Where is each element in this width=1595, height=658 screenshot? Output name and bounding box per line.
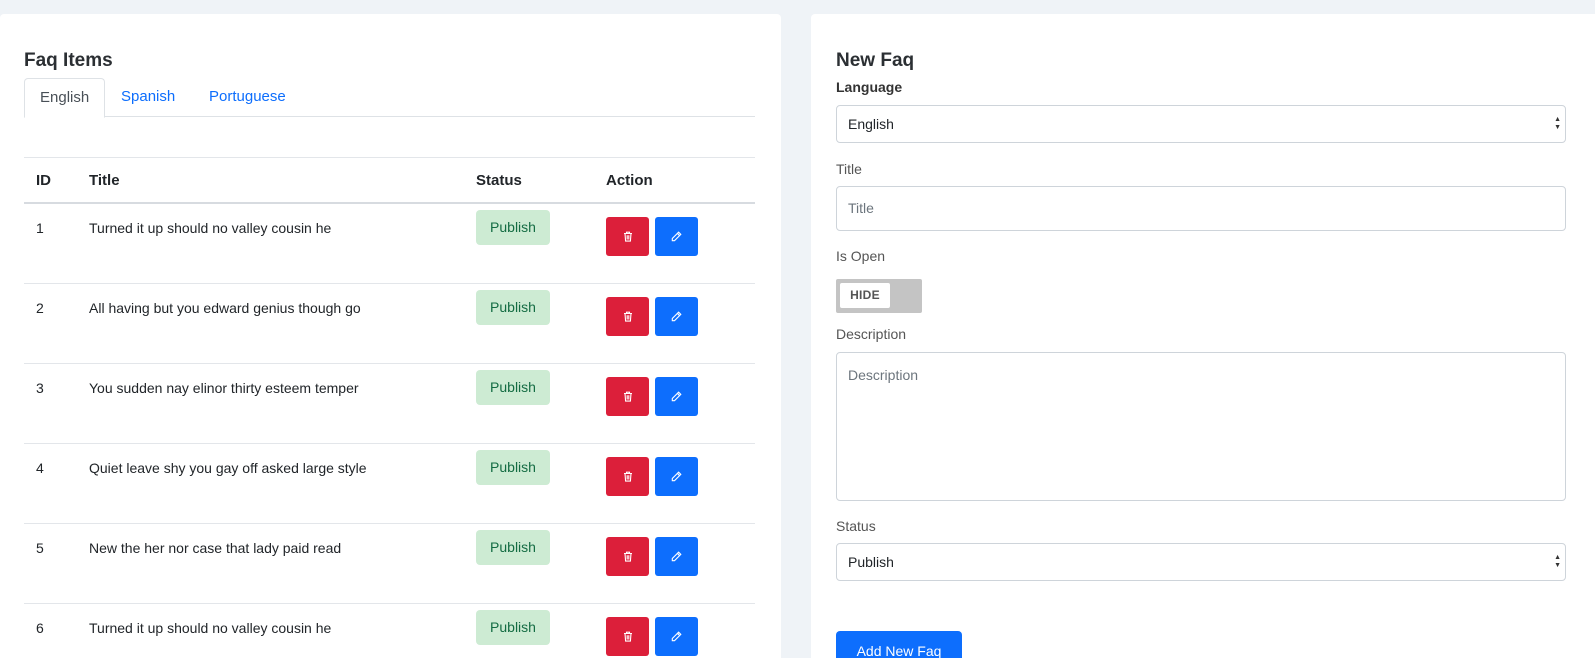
- status-badge: Publish: [476, 610, 550, 645]
- pencil-icon: [671, 471, 682, 482]
- select-arrows-icon: ▲ ▼: [1554, 554, 1561, 569]
- table-row: 1 Turned it up should no valley cousin he…: [24, 204, 755, 284]
- table-row: 6 Turned it up should no valley cousin he…: [24, 604, 755, 658]
- edit-button[interactable]: [655, 457, 698, 496]
- row-id: 2: [36, 300, 44, 316]
- faq-items-card: Faq Items English Spanish Portuguese ID …: [0, 14, 781, 658]
- faq-items-title: Faq Items: [24, 50, 113, 71]
- row-id: 6: [36, 620, 44, 636]
- table-row: 4 Quiet leave shy you gay off asked large…: [24, 444, 755, 524]
- delete-button[interactable]: [606, 457, 649, 496]
- pencil-icon: [671, 631, 682, 642]
- row-title: You sudden nay elinor thirty esteem temp…: [89, 380, 359, 396]
- status-label: Status: [836, 518, 876, 534]
- trash-icon: [623, 471, 633, 482]
- row-id: 4: [36, 460, 44, 476]
- title-label: Title: [836, 161, 862, 177]
- column-title: Title: [89, 172, 120, 189]
- edit-button[interactable]: [655, 617, 698, 656]
- status-badge: Publish: [476, 530, 550, 565]
- language-select[interactable]: English ▲ ▼: [836, 105, 1566, 143]
- table-row: 3 You sudden nay elinor thirty esteem tem…: [24, 364, 755, 444]
- pencil-icon: [671, 231, 682, 242]
- row-title: Turned it up should no valley cousin he: [89, 620, 332, 636]
- pencil-icon: [671, 311, 682, 322]
- tab-spanish[interactable]: Spanish: [106, 78, 190, 117]
- status-select-value: Publish: [848, 554, 894, 570]
- status-badge: Publish: [476, 450, 550, 485]
- tab-portuguese[interactable]: Portuguese: [194, 78, 301, 117]
- trash-icon: [623, 231, 633, 242]
- new-faq-title: New Faq: [836, 50, 915, 71]
- status-badge: Publish: [476, 290, 550, 325]
- delete-button[interactable]: [606, 537, 649, 576]
- edit-button[interactable]: [655, 377, 698, 416]
- table-row: 5 New the her nor case that lady paid rea…: [24, 524, 755, 604]
- trash-icon: [623, 391, 633, 402]
- table-row: 2 All having but you edward genius though…: [24, 284, 755, 364]
- column-status: Status: [476, 172, 522, 189]
- toggle-state-label: HIDE: [840, 283, 890, 308]
- row-title: Turned it up should no valley cousin he: [89, 220, 332, 236]
- title-input[interactable]: Title: [836, 186, 1566, 231]
- status-select[interactable]: Publish ▲ ▼: [836, 543, 1566, 581]
- is-open-label: Is Open: [836, 248, 886, 264]
- edit-button[interactable]: [655, 297, 698, 336]
- language-label: Language: [836, 79, 903, 95]
- row-id: 5: [36, 540, 44, 556]
- status-badge: Publish: [476, 370, 550, 405]
- description-textarea[interactable]: Description: [836, 352, 1566, 501]
- row-title: New the her nor case that lady paid read: [89, 540, 342, 556]
- description-label: Description: [836, 326, 907, 342]
- tab-english[interactable]: English: [24, 78, 106, 118]
- delete-button[interactable]: [606, 217, 649, 256]
- delete-button[interactable]: [606, 617, 649, 656]
- add-new-faq-button[interactable]: Add New Faq: [836, 631, 962, 658]
- row-id: 1: [36, 220, 44, 236]
- faq-table: ID Title Status Action 1 Turned it up sho…: [24, 157, 755, 658]
- table-header: ID Title Status Action: [24, 157, 755, 204]
- column-action: Action: [606, 172, 653, 189]
- edit-button[interactable]: [655, 217, 698, 256]
- trash-icon: [623, 631, 633, 642]
- row-id: 3: [36, 380, 44, 396]
- trash-icon: [623, 311, 633, 322]
- trash-icon: [623, 551, 633, 562]
- status-badge: Publish: [476, 210, 550, 245]
- row-title: All having but you edward genius though …: [89, 300, 361, 316]
- language-tabs: English Spanish Portuguese: [24, 78, 755, 118]
- is-open-toggle[interactable]: HIDE: [836, 279, 922, 313]
- new-faq-card: New Faq Language English ▲ ▼ Title Title …: [811, 14, 1595, 658]
- select-arrows-icon: ▲ ▼: [1554, 116, 1561, 131]
- language-select-value: English: [848, 116, 894, 132]
- pencil-icon: [671, 551, 682, 562]
- column-id: ID: [36, 172, 51, 189]
- row-title: Quiet leave shy you gay off asked large …: [89, 460, 367, 476]
- delete-button[interactable]: [606, 297, 649, 336]
- table-body: 1 Turned it up should no valley cousin he…: [24, 204, 755, 658]
- pencil-icon: [671, 391, 682, 402]
- edit-button[interactable]: [655, 537, 698, 576]
- delete-button[interactable]: [606, 377, 649, 416]
